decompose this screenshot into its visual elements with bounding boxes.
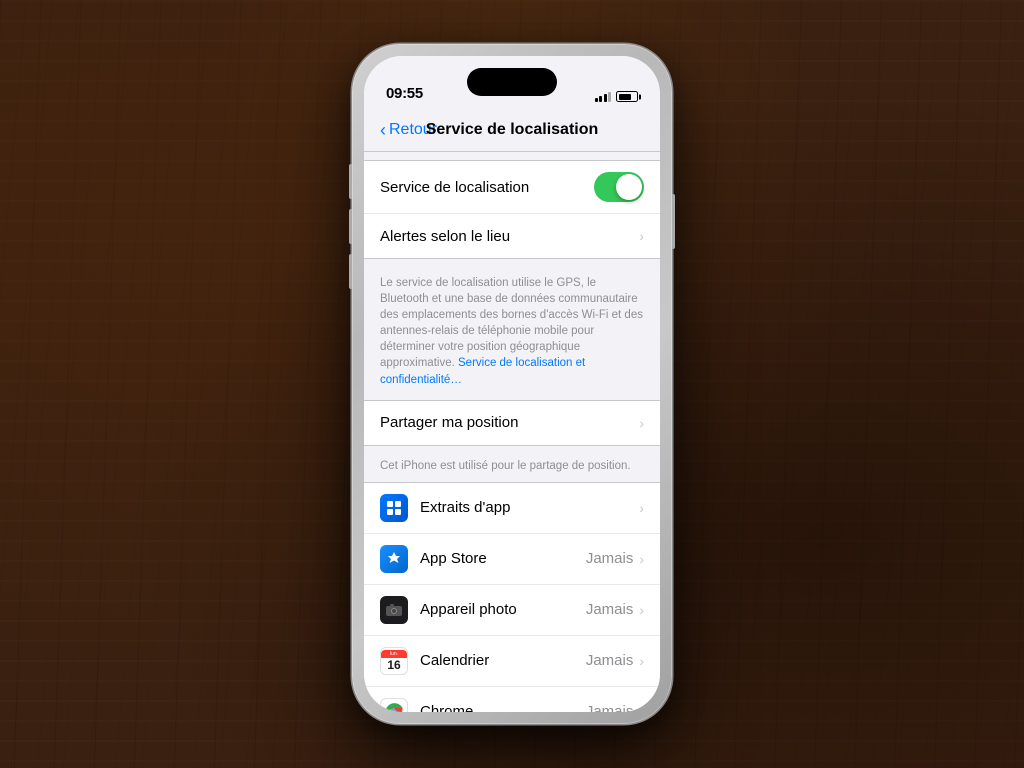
app-name: Chrome	[420, 703, 586, 712]
list-item[interactable]: Extraits d'app ›	[364, 483, 660, 534]
share-position-subtitle: Cet iPhone est utilisé pour le partage d…	[380, 460, 631, 472]
status-icons	[595, 91, 639, 102]
location-description: Le service de localisation utilise le GP…	[364, 267, 660, 400]
nav-header: ‹ Retour Service de localisation	[364, 108, 660, 152]
description-text: Le service de localisation utilise le GP…	[380, 277, 643, 369]
app-value: Jamais	[586, 550, 634, 567]
alerts-label: Alertes selon le lieu	[380, 228, 639, 245]
battery-icon	[616, 91, 638, 102]
app-value: Jamais	[586, 703, 634, 712]
calendar-app-icon: lun. 16	[380, 647, 408, 675]
dynamic-island	[467, 68, 557, 96]
alerts-chevron-icon: ›	[639, 228, 644, 244]
list-item[interactable]: Appareil photo Jamais ›	[364, 585, 660, 636]
app-name: Appareil photo	[420, 601, 586, 618]
share-position-label: Partager ma position	[380, 414, 639, 431]
app-chevron-icon: ›	[639, 551, 644, 567]
app-name: App Store	[420, 550, 586, 567]
share-position-row[interactable]: Partager ma position ›	[364, 401, 660, 445]
list-item[interactable]: App Store Jamais ›	[364, 534, 660, 585]
app-value: Jamais	[586, 601, 634, 618]
signal-bars-icon	[595, 92, 612, 102]
nav-title: Service de localisation	[426, 121, 599, 139]
location-service-label: Service de localisation	[380, 179, 594, 196]
apps-section: Extraits d'app › App Store Jamais ›	[364, 482, 660, 712]
app-chevron-icon: ›	[639, 653, 644, 669]
appstore-app-icon	[380, 545, 408, 573]
status-time: 09:55	[386, 85, 423, 102]
list-item[interactable]: Chrome Jamais ›	[364, 687, 660, 712]
camera-app-icon	[380, 596, 408, 624]
share-position-section: Partager ma position ›	[364, 400, 660, 446]
phone-device: 09:55 ‹ Retour Service de localisation	[352, 44, 672, 724]
phone-screen: 09:55 ‹ Retour Service de localisation	[364, 56, 660, 712]
app-chevron-icon: ›	[639, 602, 644, 618]
location-service-toggle[interactable]	[594, 172, 644, 202]
share-position-chevron-icon: ›	[639, 415, 644, 431]
app-chevron-icon: ›	[639, 704, 644, 712]
app-chevron-icon: ›	[639, 500, 644, 516]
chrome-app-icon	[380, 698, 408, 712]
back-chevron-icon: ‹	[380, 121, 386, 139]
alerts-row[interactable]: Alertes selon le lieu ›	[364, 214, 660, 258]
app-value: Jamais	[586, 652, 634, 669]
screen-content[interactable]: Service de localisation Alertes selon le…	[364, 152, 660, 712]
app-name: Extraits d'app	[420, 499, 639, 516]
share-position-description: Cet iPhone est utilisé pour le partage d…	[364, 454, 660, 482]
location-service-section: Service de localisation Alertes selon le…	[364, 160, 660, 259]
extraits-app-icon	[380, 494, 408, 522]
app-name: Calendrier	[420, 652, 586, 669]
list-item[interactable]: lun. 16 Calendrier Jamais ›	[364, 636, 660, 687]
location-service-row[interactable]: Service de localisation	[364, 161, 660, 214]
